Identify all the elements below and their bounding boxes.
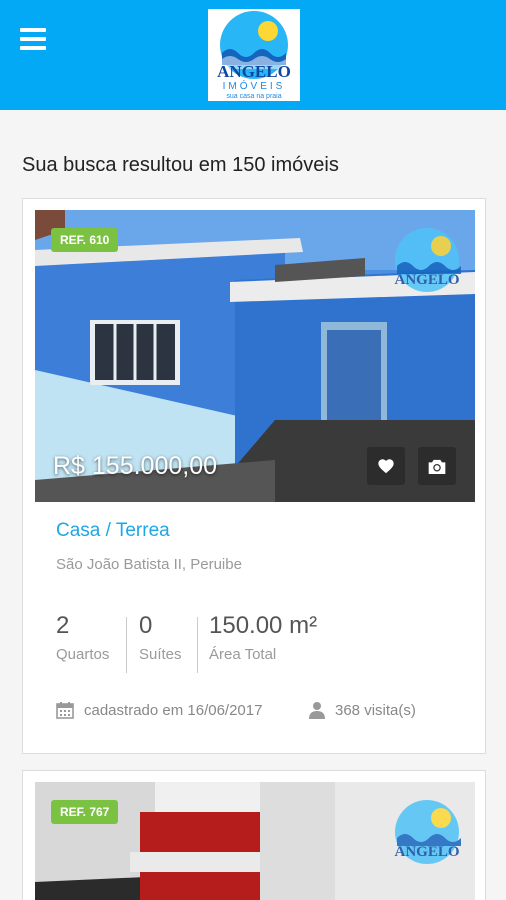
photos-button[interactable]: [418, 447, 456, 485]
registered-date: cadastrado em 16/06/2017: [56, 701, 262, 719]
listing-address: São João Batista II, Peruibe: [56, 556, 242, 573]
results-count-text: Sua busca resultou em 150 imóveis: [22, 154, 339, 176]
favorite-button[interactable]: [367, 447, 405, 485]
visit-count: 368 visita(s): [309, 701, 416, 719]
heart-icon: [378, 459, 394, 474]
svg-text:ANGELO: ANGELO: [217, 62, 291, 81]
listing-photo[interactable]: REF. 767 ANGELO: [35, 782, 475, 900]
visits-text: 368 visita(s): [335, 701, 416, 719]
listing-price: R$ 155.000,00: [53, 452, 218, 480]
svg-text:sua casa na praia: sua casa na praia: [226, 93, 281, 100]
stat-area: 150.00 m² Área Total: [209, 612, 317, 663]
camera-icon: [428, 459, 446, 474]
stat-label: Suítes: [139, 646, 182, 663]
listing-card[interactable]: REF. 610 ANGELO R$ 155.000,00 Casa / Ter…: [22, 198, 486, 754]
stat-divider: [197, 617, 198, 673]
listing-title[interactable]: Casa / Terrea: [56, 520, 170, 542]
registered-text: cadastrado em 16/06/2017: [84, 701, 263, 719]
user-icon: [309, 702, 325, 719]
calendar-icon: [56, 702, 74, 719]
stat-value: 150.00 m²: [209, 612, 318, 639]
listing-photo[interactable]: REF. 610 ANGELO R$ 155.000,00: [35, 210, 475, 502]
logo-watermark: ANGELO: [387, 794, 467, 874]
reference-badge: REF. 610: [51, 228, 119, 252]
svg-text:IMÓVEIS: IMÓVEIS: [223, 79, 286, 92]
stat-divider: [126, 617, 127, 673]
stat-label: Área Total: [209, 646, 277, 663]
angelo-imoveis-logo[interactable]: ANGELO IMÓVEIS sua casa na praia: [208, 9, 300, 101]
stat-value: 2: [56, 612, 70, 639]
stat-label: Quartos: [56, 646, 110, 663]
hamburger-menu-icon[interactable]: [20, 27, 46, 51]
svg-text:ANGELO: ANGELO: [394, 844, 459, 860]
logo-watermark: ANGELO: [387, 222, 467, 302]
svg-text:ANGELO: ANGELO: [394, 272, 459, 288]
listing-card[interactable]: REF. 767 ANGELO: [22, 770, 486, 900]
stat-suites: 0 Suítes: [139, 612, 182, 663]
stat-value: 0: [139, 612, 153, 639]
reference-badge: REF. 767: [51, 800, 119, 824]
stat-bedrooms: 2 Quartos: [56, 612, 109, 663]
app-header: ANGELO IMÓVEIS sua casa na praia: [0, 0, 506, 110]
